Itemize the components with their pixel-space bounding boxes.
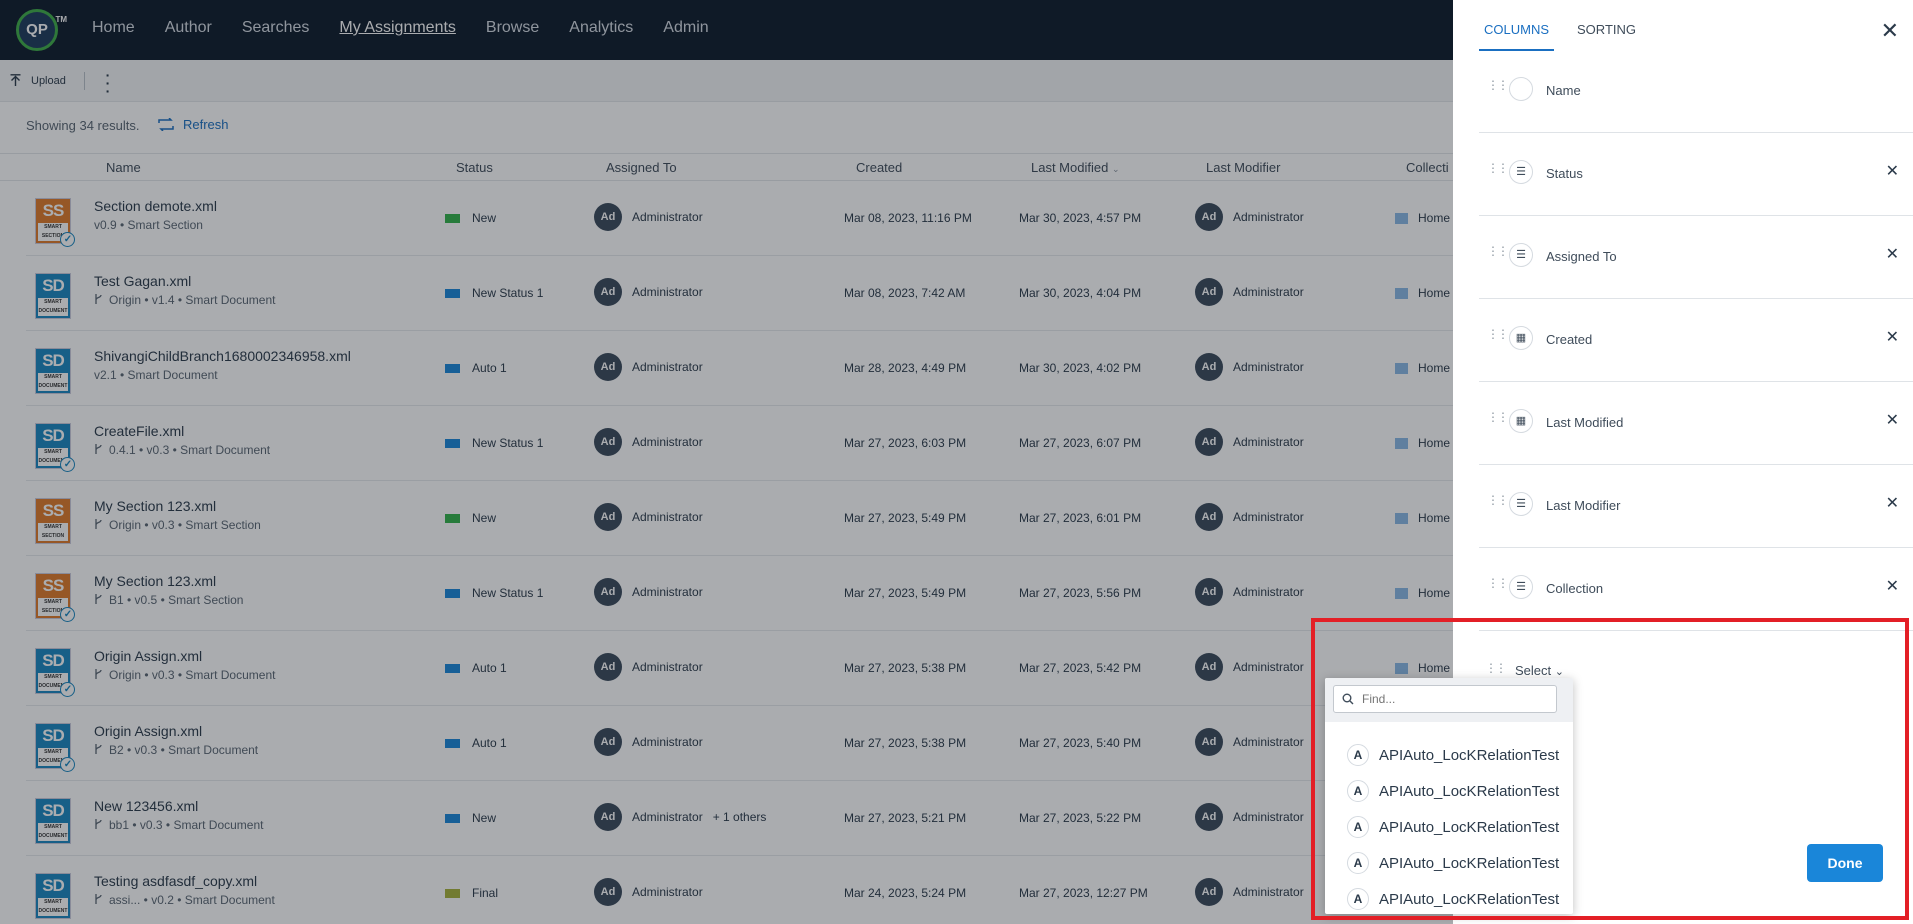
panel-tabs: COLUMNS SORTING xyxy=(1479,20,1659,51)
remove-column-icon[interactable]: ✕ xyxy=(1886,327,1899,347)
option-label: APIAuto_LocKRelationTest xyxy=(1379,890,1560,908)
column-label: Collection xyxy=(1546,581,1604,596)
column-label: Assigned To xyxy=(1546,249,1617,264)
chevron-down-icon: ⌄ xyxy=(1554,666,1564,678)
list-icon: ☰ xyxy=(1509,492,1533,516)
column-label: Name xyxy=(1546,83,1581,98)
remove-column-icon[interactable]: ✕ xyxy=(1886,161,1899,181)
drag-handle-icon[interactable]: ⋮⋮ xyxy=(1487,245,1509,257)
column-item[interactable]: ⋮⋮ Name xyxy=(1479,50,1913,133)
dropdown-option[interactable]: A APIAuto_LocKRelationTest xyxy=(1325,881,1573,914)
remove-column-icon[interactable]: ✕ xyxy=(1886,493,1899,513)
option-label: APIAuto_LocKRelationTest xyxy=(1379,782,1560,800)
text-field-icon: A xyxy=(1347,888,1369,910)
tab-sorting[interactable]: SORTING xyxy=(1572,20,1641,51)
remove-column-icon[interactable]: ✕ xyxy=(1886,576,1899,596)
drag-handle-icon[interactable]: ⋮⋮ xyxy=(1487,328,1509,340)
list-icon: ☰ xyxy=(1509,160,1533,184)
close-icon[interactable]: ✕ xyxy=(1881,18,1899,44)
select-column-dropdown[interactable]: Select ⌄ xyxy=(1515,663,1564,678)
select-label: Select xyxy=(1515,663,1552,678)
dropdown-option[interactable]: A APIAuto_LocKRelationTest xyxy=(1325,845,1573,881)
modal-overlay[interactable] xyxy=(0,0,1453,924)
column-label: Created xyxy=(1546,332,1593,347)
option-label: APIAuto_LocKRelationTest xyxy=(1379,854,1560,872)
column-label: Last Modifier xyxy=(1546,498,1621,513)
column-item[interactable]: ⋮⋮ ▦ Created ✕ xyxy=(1479,299,1913,382)
app-root: QP TM Home Author Searches My Assignments… xyxy=(0,0,1913,924)
column-item[interactable]: ⋮⋮ ☰ Collection ✕ xyxy=(1479,548,1913,631)
find-field[interactable] xyxy=(1333,685,1557,713)
drag-handle-icon: ⋮⋮ xyxy=(1485,661,1507,675)
remove-column-icon[interactable]: ✕ xyxy=(1886,410,1899,430)
option-label: APIAuto_LocKRelationTest xyxy=(1379,818,1560,836)
calendar-icon: ▦ xyxy=(1509,326,1533,350)
dropdown-option[interactable]: A APIAuto_LocKRelationTest xyxy=(1325,773,1573,809)
dropdown-option[interactable]: A APIAuto_LocKRelationTest xyxy=(1325,809,1573,845)
select-dropdown-menu: A APIAuto_LocKRelationTest A APIAuto_LocKRe… xyxy=(1325,678,1573,914)
list-icon: ☰ xyxy=(1509,243,1533,267)
column-item[interactable]: ⋮⋮ ☰ Status ✕ xyxy=(1479,133,1913,216)
text-field-icon: A xyxy=(1347,744,1369,766)
drag-handle-icon[interactable]: ⋮⋮ xyxy=(1487,577,1509,589)
drag-handle-icon[interactable]: ⋮⋮ xyxy=(1487,162,1509,174)
text-field-icon: A xyxy=(1347,852,1369,874)
dropdown-option[interactable]: A APIAuto_LocKRelationTest xyxy=(1325,737,1573,773)
column-item[interactable]: ⋮⋮ ☰ Assigned To ✕ xyxy=(1479,216,1913,299)
drag-handle-icon[interactable]: ⋮⋮ xyxy=(1487,494,1509,506)
done-button[interactable]: Done xyxy=(1807,844,1883,882)
list-icon: ☰ xyxy=(1509,575,1533,599)
drag-handle-icon[interactable]: ⋮⋮ xyxy=(1487,411,1509,423)
text-field-icon: A xyxy=(1347,780,1369,802)
text-field-icon: A xyxy=(1347,816,1369,838)
tab-columns[interactable]: COLUMNS xyxy=(1479,20,1555,51)
column-item[interactable]: ⋮⋮ ▦ Last Modified ✕ xyxy=(1479,382,1913,465)
option-label: APIAuto_LocKRelationTest xyxy=(1379,746,1560,764)
drag-handle-icon[interactable]: ⋮⋮ xyxy=(1487,79,1509,91)
column-label: Status xyxy=(1546,166,1583,181)
find-input[interactable] xyxy=(1362,692,1542,706)
calendar-icon: ▦ xyxy=(1509,409,1533,433)
remove-column-icon[interactable]: ✕ xyxy=(1886,244,1899,264)
column-label: Last Modified xyxy=(1546,415,1624,430)
search-icon xyxy=(1342,693,1354,705)
dropdown-search-bar xyxy=(1325,678,1573,722)
column-item[interactable]: ⋮⋮ ☰ Last Modifier ✕ xyxy=(1479,465,1913,548)
circle-icon xyxy=(1509,77,1533,101)
